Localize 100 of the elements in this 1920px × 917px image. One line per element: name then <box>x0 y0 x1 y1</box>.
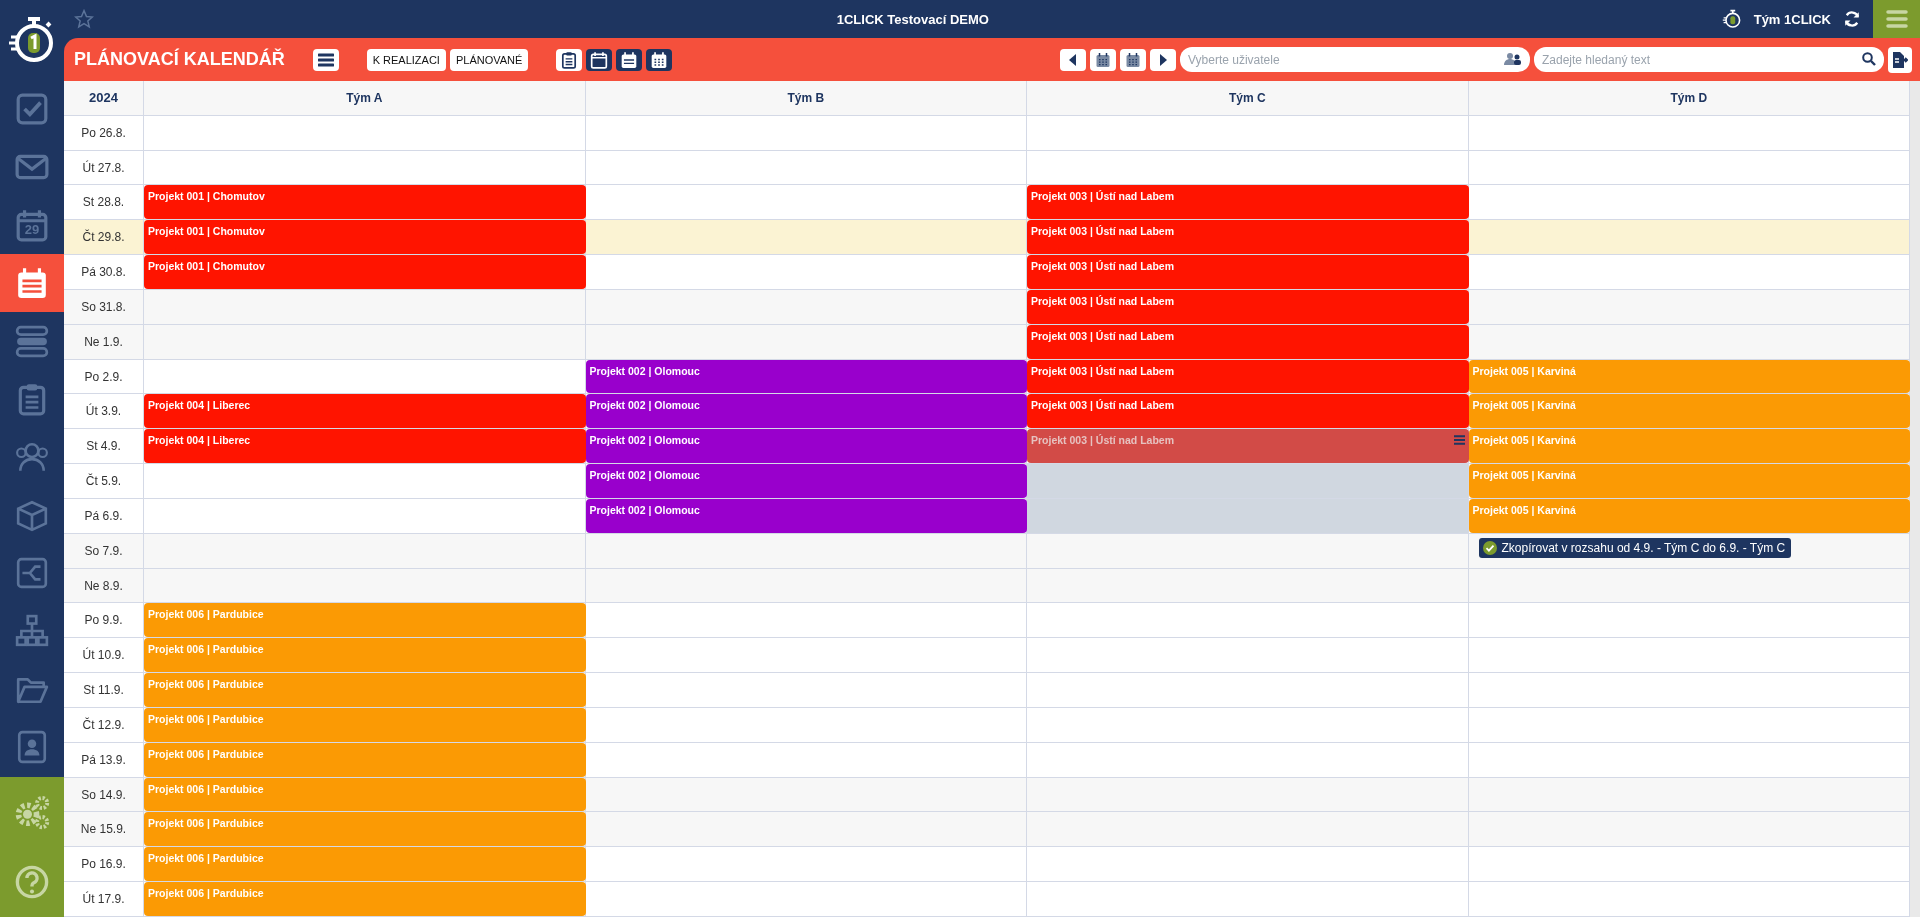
calendar-cell[interactable] <box>1468 568 1910 604</box>
event-bar[interactable]: Projekt 002 | Olomouc <box>585 359 1027 394</box>
calendar-cell[interactable] <box>144 290 586 325</box>
event-bar[interactable]: Projekt 003 | Ústí nad Labem <box>1027 290 1469 324</box>
filter-button[interactable]: K REALIZACI <box>366 48 446 71</box>
calendar-cell[interactable] <box>585 638 1027 674</box>
calendar-cell[interactable] <box>1027 777 1469 813</box>
calendar-cell[interactable] <box>1468 185 1910 221</box>
view-button[interactable] <box>556 48 583 71</box>
event-bar[interactable]: Projekt 006 | Pardubice <box>144 638 586 673</box>
calendar-cell[interactable] <box>144 568 586 604</box>
event-bar[interactable]: Projekt 003 | Ústí nad Labem <box>1027 255 1469 289</box>
event-bar[interactable]: Projekt 006 | Pardubice <box>144 847 586 882</box>
calendar-cell[interactable] <box>144 150 586 186</box>
settings-icon[interactable] <box>14 794 50 830</box>
star-icon[interactable] <box>74 9 94 29</box>
menu-icon[interactable] <box>1453 435 1465 446</box>
sidebar-item[interactable]: 29 <box>0 196 64 254</box>
event-bar[interactable]: Projekt 005 | Karviná <box>1468 464 1910 498</box>
calendar-cell[interactable] <box>1468 673 1910 708</box>
filter-button[interactable]: PLÁNOVANÉ <box>449 48 529 71</box>
event-bar[interactable]: Projekt 006 | Pardubice <box>144 812 586 847</box>
event-bar[interactable]: Projekt 005 | Karviná <box>1468 394 1910 429</box>
calendar-cell[interactable] <box>1027 150 1469 186</box>
calendar-cell[interactable] <box>144 115 586 151</box>
selected-range-cell[interactable] <box>1027 499 1469 534</box>
calendar-cell[interactable] <box>585 882 1027 917</box>
selected-range-cell[interactable] <box>1027 464 1469 499</box>
user-select-field[interactable]: Vyberte uživatele <box>1180 47 1530 72</box>
calendar-cell[interactable] <box>585 533 1027 569</box>
event-bar[interactable]: Projekt 001 | Chomutov <box>144 255 586 289</box>
calendar-cell[interactable]: Zkopírovat v rozsahu od 4.9. - Tým C do 6.9. - Tým C <box>1468 533 1910 569</box>
refresh-icon[interactable] <box>1843 10 1861 28</box>
event-bar[interactable]: Projekt 004 | Liberec <box>144 429 586 464</box>
event-bar[interactable]: Projekt 006 | Pardubice <box>144 777 586 812</box>
calendar-cell[interactable] <box>144 359 586 395</box>
calendar-cell[interactable] <box>1468 115 1910 151</box>
calendar-cell[interactable] <box>585 150 1027 186</box>
calendar-cell[interactable] <box>1027 603 1469 639</box>
calendar-cell[interactable] <box>1027 882 1469 917</box>
event-bar[interactable]: Projekt 005 | Karviná <box>1468 359 1910 394</box>
calendar-cell[interactable] <box>1468 324 1910 360</box>
event-bar[interactable]: Projekt 004 | Liberec <box>144 394 586 429</box>
search-field[interactable]: Zadejte hledaný text <box>1534 47 1884 72</box>
event-bar[interactable]: Projekt 003 | Ústí nad Labem <box>1027 185 1469 220</box>
stopwatch-icon[interactable] <box>1721 9 1742 29</box>
calendar-cell[interactable] <box>1468 742 1910 778</box>
calendar-cell[interactable] <box>1027 115 1469 151</box>
calendar-cell[interactable] <box>144 324 586 360</box>
event-bar[interactable]: Projekt 006 | Pardubice <box>144 882 586 916</box>
calendar-cell[interactable] <box>1468 290 1910 325</box>
calendar-cell[interactable] <box>585 812 1027 848</box>
calendar-cell[interactable] <box>1027 638 1469 674</box>
view-button[interactable] <box>586 48 613 71</box>
calendar-button[interactable] <box>1120 48 1146 71</box>
calendar-cell[interactable] <box>585 673 1027 708</box>
view-button[interactable] <box>646 48 673 71</box>
calendar-cell[interactable] <box>1468 638 1910 674</box>
calendar-cell[interactable] <box>1027 568 1469 604</box>
event-bar[interactable]: Projekt 001 | Chomutov <box>144 220 586 255</box>
event-bar[interactable]: Projekt 003 | Ústí nad Labem <box>1027 359 1469 394</box>
calendar-cell[interactable] <box>1468 220 1910 256</box>
menu-button[interactable] <box>312 48 339 71</box>
calendar-cell[interactable] <box>1468 255 1910 290</box>
calendar-cell[interactable] <box>1027 673 1469 708</box>
calendar-cell[interactable] <box>144 499 586 534</box>
event-bar[interactable]: Projekt 006 | Pardubice <box>144 708 586 742</box>
calendar-cell[interactable] <box>585 777 1027 813</box>
calendar-cell[interactable] <box>144 464 586 499</box>
event-bar[interactable]: Projekt 002 | Olomouc <box>585 394 1027 429</box>
calendar-cell[interactable] <box>1468 150 1910 186</box>
event-bar[interactable]: Projekt 002 | Olomouc <box>585 464 1027 498</box>
calendar-cell[interactable] <box>1468 603 1910 639</box>
event-bar[interactable]: Projekt 005 | Karviná <box>1468 429 1910 464</box>
calendar-cell[interactable] <box>585 742 1027 778</box>
event-bar[interactable]: Projekt 002 | Olomouc <box>585 429 1027 464</box>
calendar-cell[interactable] <box>1468 708 1910 743</box>
event-bar[interactable]: Projekt 002 | Olomouc <box>585 499 1027 533</box>
view-button[interactable] <box>616 48 643 71</box>
event-bar[interactable]: Projekt 003 | Ústí nad Labem <box>1027 220 1469 255</box>
calendar-cell[interactable] <box>585 220 1027 256</box>
calendar-cell[interactable] <box>585 568 1027 604</box>
calendar-cell[interactable] <box>1027 812 1469 848</box>
calendar-cell[interactable] <box>585 324 1027 360</box>
event-bar[interactable]: Projekt 003 | Ústí nad Labem <box>1027 394 1469 429</box>
calendar-button[interactable] <box>1090 48 1116 71</box>
calendar-cell[interactable] <box>1468 812 1910 848</box>
calendar-cell[interactable] <box>1468 777 1910 813</box>
event-bar[interactable]: Projekt 003 | Ústí nad Labem <box>1027 429 1469 464</box>
calendar-cell[interactable] <box>585 115 1027 151</box>
previous-button[interactable] <box>1060 48 1086 71</box>
calendar-cell[interactable] <box>585 847 1027 883</box>
calendar-cell[interactable] <box>585 603 1027 639</box>
event-bar[interactable]: Projekt 006 | Pardubice <box>144 742 586 777</box>
calendar-cell[interactable] <box>144 533 586 569</box>
calendar-cell[interactable] <box>585 185 1027 221</box>
event-bar[interactable]: Projekt 005 | Karviná <box>1468 499 1910 533</box>
event-bar[interactable]: Projekt 001 | Chomutov <box>144 185 586 220</box>
export-button[interactable] <box>1888 46 1912 73</box>
sidebar-item[interactable] <box>0 254 64 312</box>
